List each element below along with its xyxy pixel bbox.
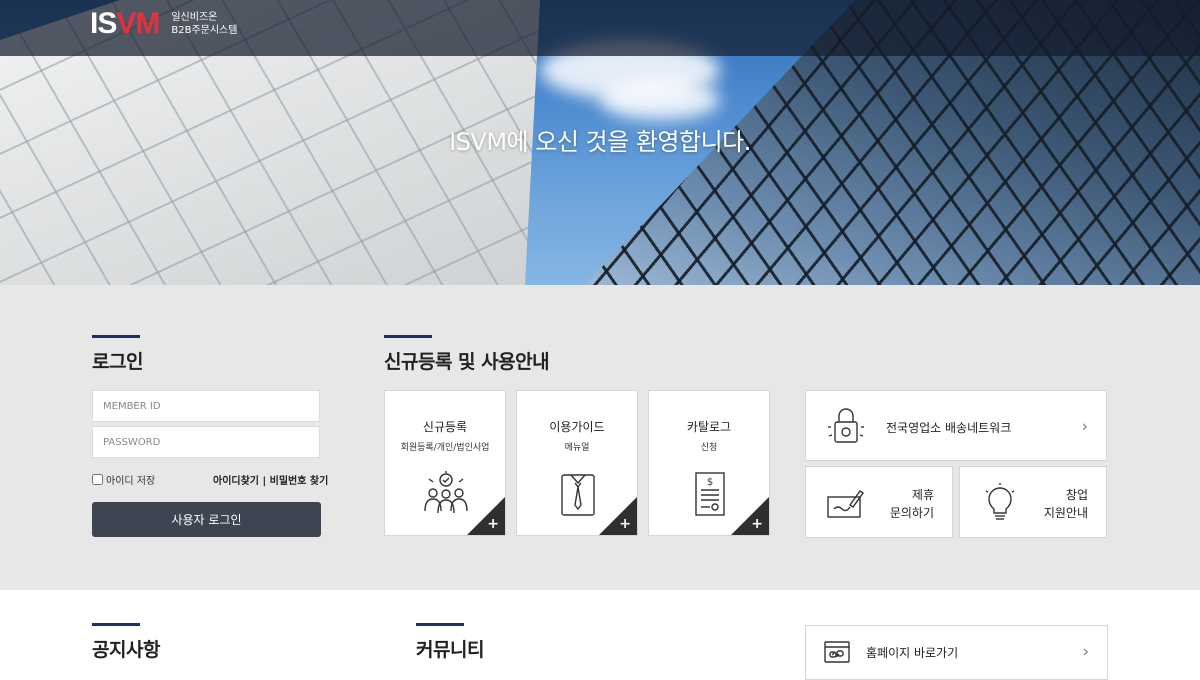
card-new-registration[interactable]: 신규등록 회원등록/개인/법인사업 + [384, 390, 506, 536]
people-check-icon [424, 471, 468, 514]
lock-icon [828, 408, 864, 443]
card-subtitle: 회원등록/개인/법인사업 [400, 443, 490, 453]
chevron-right-icon: › [1081, 416, 1088, 435]
find-password-link[interactable]: 비밀번호 찾기 [270, 476, 329, 487]
partnership-link[interactable]: 제휴 문의하기 [805, 466, 953, 538]
card-catalog[interactable]: 카탈로그 신청 $ + [648, 390, 770, 536]
section-accent-bar [384, 335, 432, 338]
network-link[interactable]: 전국영업소 배송네트워크 › [805, 390, 1107, 461]
login-button[interactable]: 사용자 로그인 [92, 502, 321, 537]
hero-banner: ISVM 일신비즈온 B2B주문시스템 ISVM에 오신 것을 환영합니다. [0, 0, 1200, 285]
plus-icon: + [487, 516, 499, 532]
save-id-check[interactable] [92, 474, 103, 485]
login-title: 로그인 [92, 351, 143, 373]
card-subtitle: 신청 [700, 443, 718, 453]
startup-support-label: 창업 지원안내 [1043, 488, 1088, 520]
card-corner [731, 497, 769, 535]
homepage-link[interactable]: 홈페이지 바로가기 › [805, 625, 1108, 680]
svg-text:$: $ [707, 477, 713, 488]
password-input[interactable] [92, 426, 320, 458]
top-bar: ISVM 일신비즈온 B2B주문시스템 [0, 0, 1200, 56]
partnership-label: 제휴 문의하기 [889, 488, 934, 520]
shirt-tie-icon [561, 474, 595, 516]
card-user-guide[interactable]: 이용가이드 메뉴얼 + [516, 390, 638, 536]
main-section: 로그인 아이디 저장 아이디찾기 | 비밀번호 찾기 사용자 로그인 신규등록 … [0, 285, 1200, 590]
guide-title: 신규등록 및 사용안내 [384, 351, 550, 373]
network-label: 전국영업소 배송네트워크 [886, 421, 1012, 435]
card-corner [467, 497, 505, 535]
plus-icon: + [619, 516, 631, 532]
hero-title: ISVM에 오신 것을 환영합니다. [449, 128, 751, 156]
browser-link-icon [824, 641, 850, 663]
lightbulb-icon [985, 483, 1015, 520]
chevron-right-icon: › [1082, 641, 1089, 661]
notice-title[interactable]: 공지사항 [92, 635, 160, 662]
plus-icon: + [751, 516, 763, 532]
document-dollar-icon: $ [695, 472, 725, 516]
card-corner [599, 497, 637, 535]
card-title: 카탈로그 [686, 420, 732, 434]
signature-icon [827, 490, 864, 518]
logo-mark: ISVM [90, 7, 160, 40]
section-accent-bar [92, 335, 140, 338]
startup-support-link[interactable]: 창업 지원안내 [959, 466, 1107, 538]
community-title[interactable]: 커뮤니티 [416, 635, 484, 662]
cloud [600, 80, 720, 120]
card-subtitle: 메뉴얼 [564, 443, 590, 453]
find-id-link[interactable]: 아이디찾기 [213, 476, 259, 487]
section-accent-bar [92, 623, 140, 626]
logo-subtitle: 일신비즈온 B2B주문시스템 [171, 12, 238, 36]
find-account-links: 아이디찾기 | 비밀번호 찾기 [213, 476, 329, 487]
homepage-label: 홈페이지 바로가기 [866, 646, 959, 660]
save-id-checkbox[interactable]: 아이디 저장 [92, 472, 155, 487]
logo[interactable]: ISVM 일신비즈온 B2B주문시스템 [90, 9, 237, 39]
member-id-input[interactable] [92, 390, 320, 422]
section-accent-bar [416, 623, 464, 626]
card-title: 이용가이드 [549, 420, 605, 434]
card-title: 신규등록 [422, 420, 468, 434]
bottom-section: 공지사항 커뮤니티 홈페이지 바로가기 › [0, 590, 1200, 680]
